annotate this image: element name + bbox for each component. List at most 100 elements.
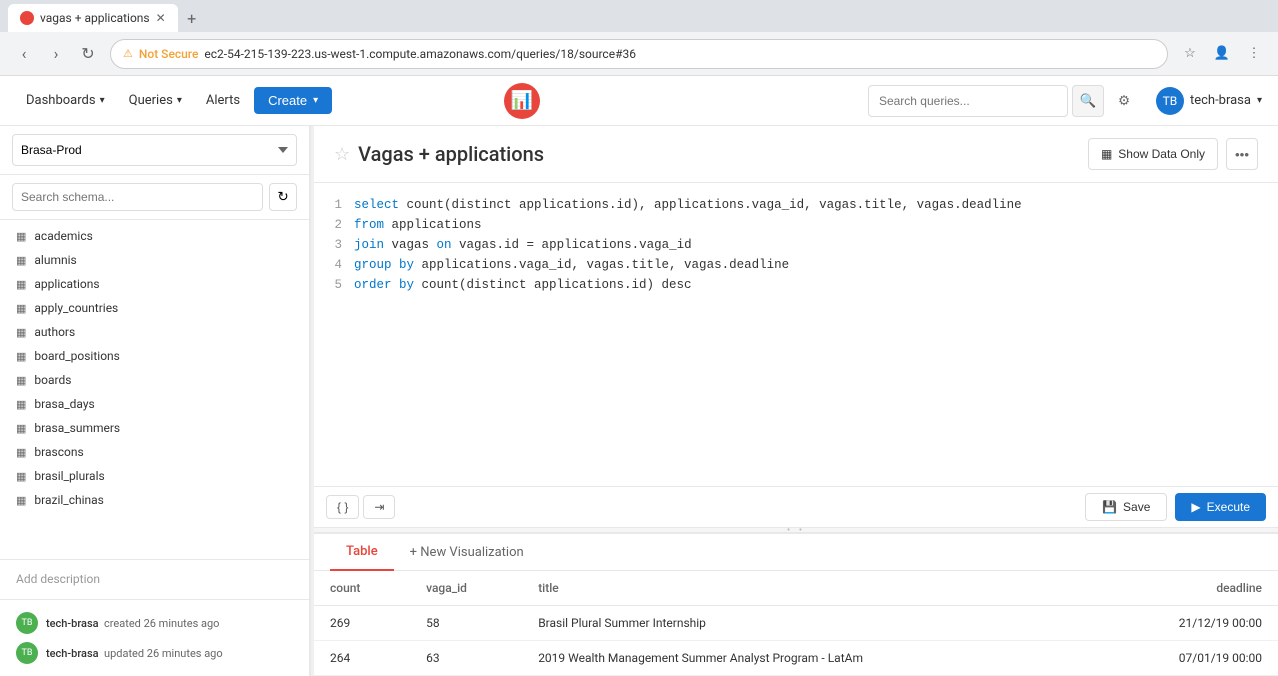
- table-row: 264 63 2019 Wealth Management Summer Ana…: [314, 641, 1278, 676]
- create-chevron-icon: ▾: [313, 95, 318, 106]
- page-title: Vagas + applications: [358, 142, 544, 166]
- nav-dashboards[interactable]: Dashboards ▾: [16, 87, 115, 114]
- nav-queries[interactable]: Queries ▾: [119, 87, 192, 114]
- new-tab-button[interactable]: +: [178, 4, 206, 32]
- line-content: join vagas on vagas.id = applications.va…: [354, 235, 692, 255]
- table-grid-icon: ▦: [16, 350, 26, 363]
- more-icon: •••: [1235, 147, 1249, 162]
- activity-log: TB tech-brasa created 26 minutes ago TB …: [0, 599, 309, 676]
- table-item-apply-countries[interactable]: ▦ apply_countries: [0, 296, 309, 320]
- filter-icon: ⚙: [1118, 93, 1130, 109]
- more-options-button[interactable]: •••: [1226, 138, 1258, 170]
- sidebar: Brasa-Prod ↻ ▦ academics ▦ alumnis ▦ app…: [0, 126, 310, 676]
- reload-button[interactable]: ↻: [74, 40, 102, 68]
- forward-button[interactable]: ›: [42, 40, 70, 68]
- tab-new-visualization[interactable]: + New Visualization: [394, 535, 540, 570]
- results-tabs: Table + New Visualization: [314, 534, 1278, 571]
- table-name: brasa_days: [34, 397, 94, 411]
- col-header-vaga-id: vaga_id: [410, 571, 522, 606]
- table-header-row: count vaga_id title deadline: [314, 571, 1278, 606]
- table-list: ▦ academics ▦ alumnis ▦ applications ▦ a…: [0, 220, 309, 559]
- save-button[interactable]: 💾 Save: [1085, 493, 1167, 521]
- main-content: ☆ Vagas + applications ▦ Show Data Only …: [314, 126, 1278, 676]
- editor-tools: { } ⇥: [326, 495, 395, 519]
- table-grid-icon: ▦: [16, 494, 26, 507]
- add-description[interactable]: Add description: [16, 572, 100, 586]
- tab-close-icon[interactable]: ✕: [156, 11, 166, 25]
- schema-search-input[interactable]: [12, 183, 263, 211]
- editor-area: 1 select count(distinct applications.id)…: [314, 183, 1278, 527]
- table-item-brasa-days[interactable]: ▦ brasa_days: [0, 392, 309, 416]
- execute-play-icon: ▶: [1191, 500, 1200, 514]
- nav-alerts[interactable]: Alerts: [196, 87, 250, 114]
- refresh-icon: ↻: [277, 189, 288, 205]
- user-chevron-icon: ▾: [1257, 95, 1262, 106]
- table-item-applications[interactable]: ▦ applications: [0, 272, 309, 296]
- back-button[interactable]: ‹: [10, 40, 38, 68]
- line-content: from applications: [354, 215, 482, 235]
- results-table: count vaga_id title deadline 269 58 Bras…: [314, 571, 1278, 676]
- table-item-alumnis[interactable]: ▦ alumnis: [0, 248, 309, 272]
- table-grid-icon: ▦: [16, 230, 26, 243]
- show-data-only-button[interactable]: ▦ Show Data Only: [1088, 138, 1218, 170]
- table-item-board-positions[interactable]: ▦ board_positions: [0, 344, 309, 368]
- user-menu[interactable]: TB tech-brasa ▾: [1156, 87, 1262, 115]
- new-viz-label: + New Visualization: [410, 545, 524, 560]
- activity-avatar: TB: [16, 642, 38, 664]
- table-item-brascons[interactable]: ▦ brascons: [0, 440, 309, 464]
- queries-label: Queries: [129, 93, 173, 108]
- indent-button[interactable]: ⇥: [363, 495, 395, 519]
- table-name: applications: [34, 277, 99, 291]
- active-tab[interactable]: vagas + applications ✕: [8, 4, 178, 32]
- search-button[interactable]: 🔍: [1072, 85, 1104, 117]
- cell-title: 2019 Wealth Management Summer Analyst Pr…: [522, 641, 1100, 676]
- line-content: order by count(distinct applications.id)…: [354, 275, 692, 295]
- table-item-brazil-chinas[interactable]: ▦ brazil_chinas: [0, 488, 309, 512]
- table-item-boards[interactable]: ▦ boards: [0, 368, 309, 392]
- cell-vaga-id: 58: [410, 606, 522, 641]
- table-item-academics[interactable]: ▦ academics: [0, 224, 309, 248]
- search-area: 🔍 ⚙: [868, 85, 1140, 117]
- title-actions: ▦ Show Data Only •••: [1088, 138, 1258, 170]
- activity-item-updated: TB tech-brasa updated 26 minutes ago: [16, 638, 293, 668]
- line-content: group by applications.vaga_id, vagas.tit…: [354, 255, 789, 275]
- create-button[interactable]: Create ▾: [254, 87, 332, 114]
- filter-button[interactable]: ⚙: [1108, 85, 1140, 117]
- favorite-star-icon[interactable]: ☆: [334, 144, 350, 165]
- save-label: Save: [1123, 500, 1150, 514]
- code-line-4: 4 group by applications.vaga_id, vagas.t…: [314, 255, 1278, 275]
- format-button[interactable]: { }: [326, 495, 359, 519]
- search-input[interactable]: [868, 85, 1068, 117]
- table-name: brasil_plurals: [34, 469, 104, 483]
- profile-button[interactable]: 👤: [1208, 40, 1236, 68]
- table-item-brasa-summers[interactable]: ▦ brasa_summers: [0, 416, 309, 440]
- database-select[interactable]: Brasa-Prod: [12, 134, 297, 166]
- table-grid-icon: ▦: [16, 302, 26, 315]
- bookmark-button[interactable]: ☆: [1176, 40, 1204, 68]
- table-name: brazil_chinas: [34, 493, 103, 507]
- table-item-authors[interactable]: ▦ authors: [0, 320, 309, 344]
- url-text: ec2-54-215-139-223.us-west-1.compute.ama…: [204, 47, 636, 61]
- table-tab-label: Table: [346, 544, 378, 559]
- editor-toolbar: { } ⇥ 💾 Save ▶ Execute: [314, 486, 1278, 527]
- sidebar-footer: Add description: [0, 559, 309, 599]
- col-header-count: count: [314, 571, 410, 606]
- table-item-brasil-plurals[interactable]: ▦ brasil_plurals: [0, 464, 309, 488]
- activity-item-created: TB tech-brasa created 26 minutes ago: [16, 608, 293, 638]
- code-editor[interactable]: 1 select count(distinct applications.id)…: [314, 183, 1278, 486]
- schema-refresh-button[interactable]: ↻: [269, 183, 297, 211]
- line-content: select count(distinct applications.id), …: [354, 195, 1022, 215]
- data-table: count vaga_id title deadline 269 58 Bras…: [314, 571, 1278, 676]
- line-number: 2: [314, 215, 354, 235]
- dashboards-chevron-icon: ▾: [100, 95, 105, 106]
- execute-label: Execute: [1207, 500, 1250, 514]
- query-title-area: ☆ Vagas + applications: [334, 142, 544, 166]
- execute-button[interactable]: ▶ Execute: [1175, 493, 1266, 521]
- menu-button[interactable]: ⋮: [1240, 40, 1268, 68]
- line-number: 3: [314, 235, 354, 255]
- tab-table[interactable]: Table: [330, 534, 394, 571]
- warning-icon: ⚠: [123, 47, 133, 60]
- table-name: brasa_summers: [34, 421, 120, 435]
- cell-vaga-id: 63: [410, 641, 522, 676]
- address-bar[interactable]: ⚠ Not Secure ec2-54-215-139-223.us-west-…: [110, 39, 1168, 69]
